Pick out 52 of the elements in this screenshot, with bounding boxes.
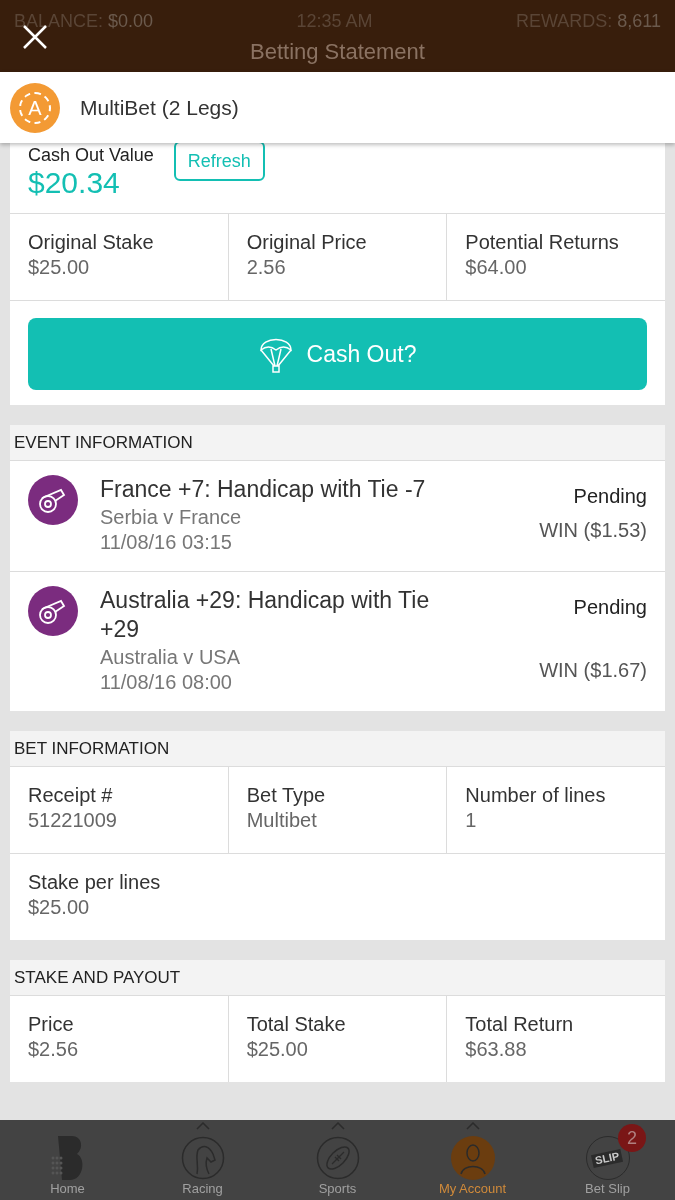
nav-tab[interactable]: Racing [135, 1120, 270, 1200]
count-badge: 2 [618, 1124, 646, 1152]
football-icon [315, 1136, 360, 1180]
event-date: 11/08/16 08:00 [100, 670, 233, 695]
event-date: 11/08/16 03:15 [100, 530, 233, 555]
whistle-icon [28, 475, 78, 525]
field-value: Multibet [246, 808, 318, 833]
field-value: $25.00 [28, 255, 91, 280]
nav-tab[interactable]: My Account [405, 1120, 540, 1200]
cash-out-label: Cash Out Value [28, 145, 154, 165]
field-value: 51221009 [28, 808, 118, 833]
nav-tab[interactable]: Home [0, 1120, 135, 1200]
field-label: Bet Type [246, 783, 327, 808]
section-header: STAKE AND PAYOUT [10, 960, 665, 996]
status-text: Pending [573, 595, 647, 620]
cash-out-value: $20.34 [28, 165, 121, 201]
field-value: $63.88 [465, 1037, 528, 1062]
field-value: $64.00 [465, 255, 528, 280]
field-value: 1 [465, 808, 478, 833]
field-label: Receipt # [28, 783, 114, 808]
section-header: EVENT INFORMATION [10, 425, 665, 461]
page-title: Betting Statement [250, 38, 425, 66]
field-label: Original Price [246, 230, 368, 255]
result-text: WIN ($1.67) [539, 658, 647, 683]
logo-badge: A [10, 82, 60, 133]
status-text: Pending [573, 484, 647, 509]
field-label: Price [28, 1012, 75, 1037]
caret-icon [330, 1122, 345, 1130]
field-label: Stake per lines [28, 870, 162, 895]
match-name: Serbia v France [100, 505, 243, 530]
event-title: France +7: Handicap with Tie -7 [100, 475, 427, 504]
section-header: BET INFORMATION [10, 731, 665, 767]
cash-out-button[interactable]: Cash Out? [28, 318, 647, 390]
nav-tab[interactable]: Sports [270, 1120, 405, 1200]
field-label: Original Stake [28, 230, 155, 255]
field-label: Total Return [465, 1012, 575, 1037]
field-label: Number of lines [465, 783, 607, 808]
field-label: Total Stake [246, 1012, 347, 1037]
field-label: Potential Returns [465, 230, 620, 255]
whistle-icon [28, 586, 78, 636]
field-value: $25.00 [246, 1037, 309, 1062]
match-name: Australia v USA [100, 645, 242, 670]
event-title: Australia +29: Handicap with Tie +29 [100, 586, 431, 644]
field-value: $25.00 [28, 895, 91, 920]
refresh-button[interactable]: Refresh [173, 141, 265, 181]
field-value: 2.56 [246, 255, 287, 280]
field-value: $2.56 [28, 1037, 80, 1062]
nav-tab[interactable]: SLIP Bet Slip 2 [540, 1120, 675, 1200]
result-text: WIN ($1.53) [539, 518, 647, 543]
caret-icon [465, 1122, 480, 1130]
header-title: MultiBet (2 Legs) [80, 94, 239, 121]
caret-icon [195, 1122, 210, 1130]
